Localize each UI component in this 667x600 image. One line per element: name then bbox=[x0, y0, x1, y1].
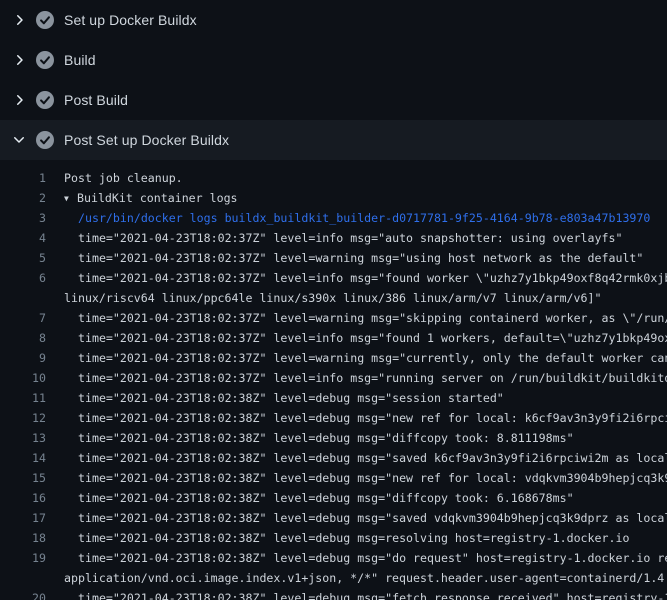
step-label: Post Build bbox=[64, 92, 128, 108]
log-line-text: time="2021-04-23T18:02:37Z" level=warnin… bbox=[46, 248, 643, 268]
check-circle-icon bbox=[36, 91, 54, 109]
log-line-number[interactable]: 17 bbox=[0, 508, 46, 528]
log-line: 20time="2021-04-23T18:02:38Z" level=debu… bbox=[0, 588, 667, 600]
chevron-right-icon[interactable] bbox=[11, 52, 27, 68]
step-label: Post Set up Docker Buildx bbox=[64, 132, 229, 148]
log-viewer: 1Post job cleanup.2▼BuildKit container l… bbox=[0, 160, 667, 600]
log-line: 15time="2021-04-23T18:02:38Z" level=debu… bbox=[0, 468, 667, 488]
log-line-number[interactable]: 12 bbox=[0, 408, 46, 428]
log-line-text: time="2021-04-23T18:02:38Z" level=debug … bbox=[46, 588, 667, 600]
log-line: 1Post job cleanup. bbox=[0, 168, 667, 188]
log-line-text: Post job cleanup. bbox=[46, 168, 183, 188]
log-line-text: time="2021-04-23T18:02:38Z" level=debug … bbox=[46, 428, 574, 448]
log-line-text: time="2021-04-23T18:02:38Z" level=debug … bbox=[46, 548, 667, 568]
log-line-number[interactable]: 19 bbox=[0, 548, 46, 568]
steps-list: Set up Docker Buildx Build Post Build Post … bbox=[0, 0, 667, 160]
chevron-right-icon[interactable] bbox=[11, 92, 27, 108]
log-line: 16time="2021-04-23T18:02:38Z" level=debu… bbox=[0, 488, 667, 508]
step-row-set-up-docker-buildx[interactable]: Set up Docker Buildx bbox=[0, 0, 667, 40]
log-line-text: time="2021-04-23T18:02:37Z" level=warnin… bbox=[46, 348, 667, 368]
log-line-number[interactable]: 11 bbox=[0, 388, 46, 408]
log-group-toggle[interactable]: ▼BuildKit container logs bbox=[46, 188, 238, 208]
log-line-number[interactable]: 2 bbox=[0, 188, 46, 208]
log-line-number bbox=[0, 568, 46, 588]
log-line-text: time="2021-04-23T18:02:38Z" level=debug … bbox=[46, 508, 667, 528]
log-line-number[interactable]: 1 bbox=[0, 168, 46, 188]
log-line-number[interactable]: 7 bbox=[0, 308, 46, 328]
log-line: 11time="2021-04-23T18:02:38Z" level=debu… bbox=[0, 388, 667, 408]
log-line-text: time="2021-04-23T18:02:37Z" level=warnin… bbox=[46, 308, 667, 328]
check-circle-icon bbox=[36, 51, 54, 69]
check-circle-icon bbox=[36, 131, 54, 149]
log-line-text: time="2021-04-23T18:02:38Z" level=debug … bbox=[46, 468, 667, 488]
log-line-number[interactable]: 15 bbox=[0, 468, 46, 488]
log-line-number[interactable]: 6 bbox=[0, 268, 46, 288]
log-line: 14time="2021-04-23T18:02:38Z" level=debu… bbox=[0, 448, 667, 468]
log-line-text: time="2021-04-23T18:02:38Z" level=debug … bbox=[46, 528, 629, 548]
log-line-text: time="2021-04-23T18:02:38Z" level=debug … bbox=[46, 488, 574, 508]
log-line-text: time="2021-04-23T18:02:38Z" level=debug … bbox=[46, 448, 667, 468]
log-line-text: time="2021-04-23T18:02:37Z" level=info m… bbox=[46, 368, 667, 388]
log-line: 8time="2021-04-23T18:02:37Z" level=info … bbox=[0, 328, 667, 348]
log-line-number bbox=[0, 288, 46, 308]
log-line-number[interactable]: 18 bbox=[0, 528, 46, 548]
log-line: 7time="2021-04-23T18:02:37Z" level=warni… bbox=[0, 308, 667, 328]
log-line: 19time="2021-04-23T18:02:38Z" level=debu… bbox=[0, 548, 667, 568]
log-line: 10time="2021-04-23T18:02:37Z" level=info… bbox=[0, 368, 667, 388]
step-label: Set up Docker Buildx bbox=[64, 12, 197, 28]
log-line-text: time="2021-04-23T18:02:37Z" level=info m… bbox=[46, 268, 667, 288]
log-line-text: linux/riscv64 linux/ppc64le linux/s390x … bbox=[46, 288, 601, 308]
log-line-text: time="2021-04-23T18:02:37Z" level=info m… bbox=[46, 328, 667, 348]
log-line: 3/usr/bin/docker logs buildx_buildkit_bu… bbox=[0, 208, 667, 228]
chevron-down-icon[interactable] bbox=[11, 132, 27, 148]
log-line: 13time="2021-04-23T18:02:38Z" level=debu… bbox=[0, 428, 667, 448]
log-line-number[interactable]: 5 bbox=[0, 248, 46, 268]
log-line-text: time="2021-04-23T18:02:38Z" level=debug … bbox=[46, 408, 667, 428]
disclosure-triangle-icon[interactable]: ▼ bbox=[64, 189, 77, 208]
log-line-number[interactable]: 16 bbox=[0, 488, 46, 508]
log-line: application/vnd.oci.image.index.v1+json,… bbox=[0, 568, 667, 588]
check-circle-icon bbox=[36, 11, 54, 29]
log-line-number[interactable]: 3 bbox=[0, 208, 46, 228]
step-row-post-build[interactable]: Post Build bbox=[0, 80, 667, 120]
log-line: 4time="2021-04-23T18:02:37Z" level=info … bbox=[0, 228, 667, 248]
log-line: 5time="2021-04-23T18:02:37Z" level=warni… bbox=[0, 248, 667, 268]
log-line-number[interactable]: 8 bbox=[0, 328, 46, 348]
step-row-post-set-up-docker-buildx[interactable]: Post Set up Docker Buildx bbox=[0, 120, 667, 160]
log-group-title: BuildKit container logs bbox=[77, 191, 238, 205]
log-line-number[interactable]: 13 bbox=[0, 428, 46, 448]
log-line: 9time="2021-04-23T18:02:37Z" level=warni… bbox=[0, 348, 667, 368]
log-line-number[interactable]: 14 bbox=[0, 448, 46, 468]
log-line: 12time="2021-04-23T18:02:38Z" level=debu… bbox=[0, 408, 667, 428]
log-line: 17time="2021-04-23T18:02:38Z" level=debu… bbox=[0, 508, 667, 528]
step-label: Build bbox=[64, 52, 96, 68]
log-line-text: time="2021-04-23T18:02:37Z" level=info m… bbox=[46, 228, 622, 248]
log-line-number[interactable]: 20 bbox=[0, 588, 46, 600]
log-line-number[interactable]: 10 bbox=[0, 368, 46, 388]
log-line: linux/riscv64 linux/ppc64le linux/s390x … bbox=[0, 288, 667, 308]
log-line-number[interactable]: 4 bbox=[0, 228, 46, 248]
log-line-text: application/vnd.oci.image.index.v1+json,… bbox=[46, 568, 667, 588]
log-line: 2▼BuildKit container logs bbox=[0, 188, 667, 208]
log-command-text: /usr/bin/docker logs buildx_buildkit_bui… bbox=[46, 208, 650, 228]
chevron-right-icon[interactable] bbox=[11, 12, 27, 28]
log-line-text: time="2021-04-23T18:02:38Z" level=debug … bbox=[46, 388, 504, 408]
log-line: 6time="2021-04-23T18:02:37Z" level=info … bbox=[0, 268, 667, 288]
step-row-build[interactable]: Build bbox=[0, 40, 667, 80]
log-line: 18time="2021-04-23T18:02:38Z" level=debu… bbox=[0, 528, 667, 548]
log-line-number[interactable]: 9 bbox=[0, 348, 46, 368]
